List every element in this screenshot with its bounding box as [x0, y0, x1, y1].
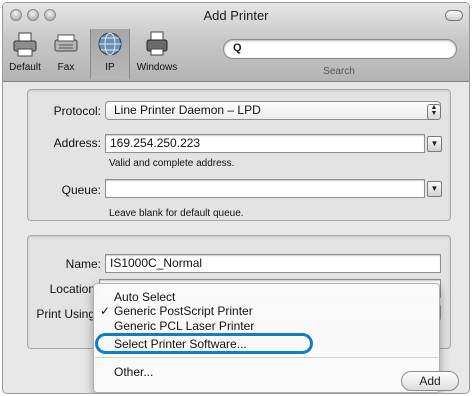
protocol-popup[interactable]: Line Printer Daemon – LPD: [105, 101, 441, 120]
menu-item-generic-postscript[interactable]: Generic PostScript Printer: [114, 304, 253, 318]
menu-item-other[interactable]: Other...: [114, 365, 153, 379]
toolbar-windows-label: Windows: [136, 62, 178, 73]
toolbar-default-button[interactable]: Default: [5, 29, 45, 79]
checkmark-icon: ✓: [100, 304, 111, 318]
toolbar-default-label: Default: [9, 62, 41, 73]
window-title: Add Printer: [203, 8, 269, 23]
address-field[interactable]: 169.254.250.223: [105, 134, 425, 153]
protocol-stepper-icon: ▲ ▼: [427, 104, 441, 120]
globe-icon: [98, 32, 122, 56]
address-hint: Valid and complete address.: [109, 158, 235, 169]
queue-label: Queue:: [61, 183, 101, 197]
toolbar-toggle-button[interactable]: [445, 10, 463, 21]
search-area: Q Search: [223, 39, 459, 77]
windows-printer-icon: [146, 31, 168, 56]
callout-circle: [95, 333, 313, 354]
protocol-value: Line Printer Daemon – LPD: [114, 103, 261, 117]
magnifier-icon: Q: [233, 42, 242, 54]
toolbar-fax-label: Fax: [57, 62, 75, 73]
search-label: Search: [323, 66, 355, 77]
name-field[interactable]: IS1000C_Normal: [105, 254, 441, 273]
search-input[interactable]: Q: [223, 39, 457, 59]
menu-separator: [95, 357, 438, 358]
menu-item-generic-pcl[interactable]: Generic PCL Laser Printer: [114, 319, 254, 333]
queue-history-button[interactable]: ▼: [427, 181, 442, 197]
name-label: Name:: [65, 257, 101, 271]
queue-field[interactable]: [105, 179, 425, 198]
toolbar-windows-button[interactable]: Windows: [133, 29, 181, 79]
toolbar-ip-label: IP: [105, 62, 115, 73]
protocol-label: Protocol:: [53, 104, 101, 118]
menu-item-auto-select[interactable]: Auto Select: [114, 290, 175, 304]
print-using-label: Print Using: [36, 307, 95, 321]
address-history-button[interactable]: ▼: [427, 136, 442, 152]
queue-hint: Leave blank for default queue.: [109, 208, 244, 219]
add-printer-window: Add Printer Default Fax IP Windows Q Sea…: [2, 2, 470, 394]
location-label: Location: [49, 282, 95, 296]
address-label: Address:: [53, 136, 101, 150]
toolbar-fax-button[interactable]: Fax: [49, 29, 83, 79]
toolbar-ip-button[interactable]: IP: [90, 29, 130, 79]
add-button[interactable]: Add: [401, 371, 459, 391]
fax-icon: [54, 34, 78, 52]
default-printer-icon: [13, 32, 37, 57]
toolbar: Add Printer Default Fax IP Windows Q Sea…: [3, 3, 469, 82]
